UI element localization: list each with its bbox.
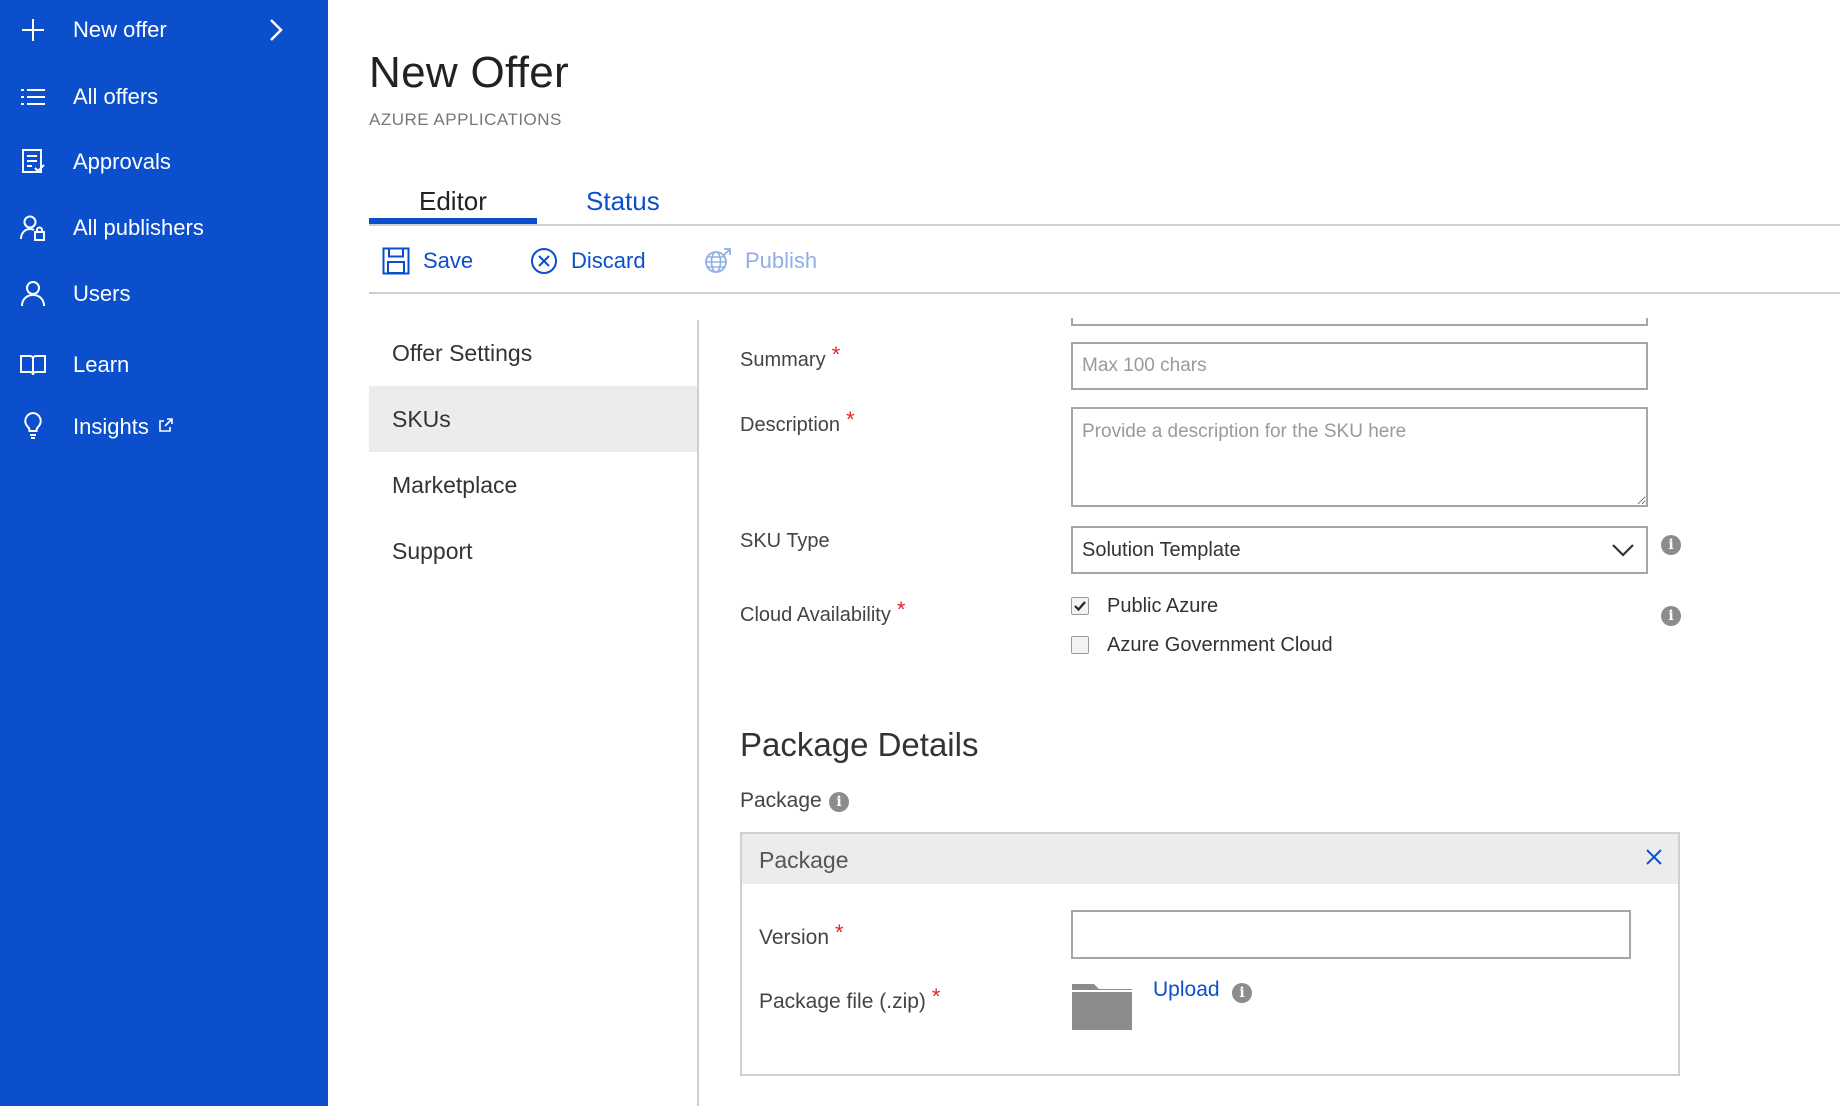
sidebar-item-learn[interactable]: Learn: [0, 337, 328, 393]
publish-button[interactable]: Publish: [703, 244, 817, 278]
package-file-info-icon[interactable]: i: [1232, 983, 1252, 1003]
discard-button[interactable]: Discard: [529, 244, 646, 278]
previous-field-input[interactable]: [1071, 318, 1648, 326]
required-marker: *: [896, 597, 906, 622]
description-textarea[interactable]: [1071, 407, 1648, 507]
sidebar-item-label: Learn: [73, 352, 130, 377]
sku-type-info-icon[interactable]: i: [1661, 535, 1681, 555]
package-card-header: Package: [742, 834, 1678, 884]
chevron-down-icon: [1612, 539, 1634, 567]
publishers-icon: [20, 215, 46, 241]
package-card-title: Package: [759, 847, 849, 873]
toolbar: Save Discard Publish: [369, 228, 1840, 294]
required-marker: *: [846, 407, 855, 432]
lightbulb-icon: [20, 412, 46, 439]
chevron-right-icon[interactable]: [264, 18, 288, 42]
sidebar-item-label: New offer: [73, 17, 167, 42]
required-marker: *: [835, 920, 844, 945]
approvals-icon: [20, 149, 46, 175]
cloud-availability-label-text: Cloud Availability: [740, 604, 891, 626]
sidebar-item-insights[interactable]: Insights: [0, 398, 328, 454]
sidebar-item-label: Insights: [73, 412, 173, 440]
sidebar-item-new-offer[interactable]: New offer: [0, 2, 328, 58]
vertical-divider: [697, 320, 699, 1106]
upload-link[interactable]: Upload: [1153, 978, 1220, 1002]
version-label: Version *: [759, 920, 844, 950]
package-file-label-text: Package file (.zip): [759, 990, 926, 1013]
sidebar-item-label: All publishers: [73, 215, 204, 240]
subnav-skus[interactable]: SKUs: [369, 386, 698, 452]
sidebar-item-label: Users: [73, 281, 131, 306]
version-input[interactable]: [1071, 910, 1631, 959]
sidebar: New offer All offers Approvals All publi…: [0, 0, 328, 1106]
description-label: Description *: [740, 407, 855, 437]
package-file-label: Package file (.zip) *: [759, 984, 940, 1014]
subnav-support[interactable]: Support: [369, 518, 698, 584]
page-subtitle: AZURE APPLICATIONS: [369, 110, 562, 129]
offer-section-nav: Offer Settings SKUs Marketplace Support: [369, 320, 698, 584]
description-label-text: Description: [740, 414, 841, 436]
summary-input[interactable]: [1071, 342, 1648, 390]
azure-government-checkbox[interactable]: [1071, 636, 1089, 654]
save-button[interactable]: Save: [381, 244, 473, 278]
public-azure-option[interactable]: Public Azure: [1071, 595, 1218, 617]
discard-label: Discard: [571, 248, 646, 273]
book-icon: [20, 352, 46, 378]
save-icon: [381, 246, 411, 276]
public-azure-checkbox[interactable]: [1071, 597, 1089, 615]
azure-government-option[interactable]: Azure Government Cloud: [1071, 634, 1333, 656]
required-marker: *: [831, 342, 841, 367]
list-icon: [20, 84, 46, 110]
sidebar-item-label: Approvals: [73, 149, 171, 174]
tab-bar: Editor Status: [369, 180, 1840, 226]
active-tab-indicator: [369, 218, 537, 224]
subnav-marketplace[interactable]: Marketplace: [369, 452, 698, 518]
summary-label: Summary *: [740, 342, 840, 372]
cloud-availability-info-icon[interactable]: i: [1661, 606, 1681, 626]
package-card: Package Version * Package file (.zip) * Up…: [740, 832, 1680, 1076]
summary-label-text: Summary: [740, 349, 826, 371]
tab-status[interactable]: Status: [586, 186, 660, 226]
public-azure-label: Public Azure: [1107, 594, 1219, 617]
discard-icon: [529, 246, 559, 276]
user-icon: [20, 281, 46, 307]
subnav-offer-settings[interactable]: Offer Settings: [369, 320, 698, 386]
external-link-icon: [159, 412, 173, 438]
save-label: Save: [423, 248, 474, 273]
sku-type-value: Solution Template: [1082, 538, 1241, 561]
sidebar-item-label: All offers: [73, 84, 159, 109]
sidebar-item-all-publishers[interactable]: All publishers: [0, 200, 328, 256]
insights-label: Insights: [73, 414, 149, 439]
publish-label: Publish: [745, 248, 818, 273]
plus-icon: [20, 17, 46, 43]
sidebar-item-all-offers[interactable]: All offers: [0, 69, 328, 125]
page-title: New Offer: [369, 48, 569, 97]
version-label-text: Version: [759, 926, 830, 949]
sidebar-item-users[interactable]: Users: [0, 266, 328, 322]
publish-globe-icon: [703, 246, 733, 276]
sidebar-item-approvals[interactable]: Approvals: [0, 134, 328, 190]
cloud-availability-label: Cloud Availability *: [740, 597, 905, 627]
sku-type-select[interactable]: Solution Template: [1071, 526, 1648, 574]
package-label: Package: [740, 789, 822, 812]
package-info-icon[interactable]: i: [829, 792, 849, 812]
sku-type-label: SKU Type: [740, 530, 830, 552]
close-icon[interactable]: [1644, 847, 1666, 869]
package-details-title: Package Details: [740, 726, 979, 763]
azure-government-label: Azure Government Cloud: [1107, 633, 1333, 656]
required-marker: *: [931, 984, 941, 1009]
folder-icon: [1071, 980, 1133, 1035]
